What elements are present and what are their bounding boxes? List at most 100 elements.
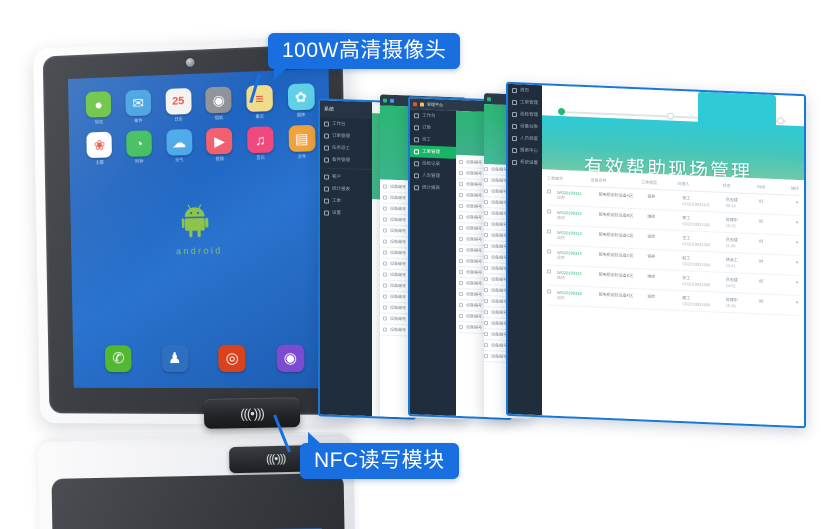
device-name: 配电柜巡检设备B区 — [598, 211, 634, 219]
sidebar-item-统计报表[interactable]: 统计报表 — [410, 181, 456, 195]
row-checkbox[interactable] — [484, 244, 488, 249]
row-checkbox[interactable] — [459, 225, 463, 231]
row-checkbox[interactable] — [484, 222, 488, 227]
app-files-icon[interactable]: ▤ 文件 — [284, 124, 320, 161]
row-a: 设备编号 — [390, 238, 406, 245]
row-checkbox[interactable] — [484, 266, 488, 271]
row-checkbox[interactable] — [484, 167, 488, 172]
dock-browser-icon[interactable]: ◎ — [218, 344, 246, 373]
dock-phone-icon[interactable]: ✆ — [105, 345, 132, 373]
step-完成[interactable] — [776, 117, 784, 125]
row-checkbox[interactable] — [459, 280, 463, 286]
row-actions[interactable]: ✎ — [784, 199, 799, 205]
sidebar-item-设置[interactable]: 设置 — [320, 206, 372, 220]
row-checkbox[interactable] — [484, 299, 488, 304]
row-checkbox[interactable] — [459, 159, 463, 165]
sidebar-item-label: 首页 — [520, 87, 529, 93]
row-checkbox[interactable] — [459, 313, 463, 319]
menu-icon — [324, 156, 329, 163]
row-checkbox[interactable] — [459, 170, 463, 176]
app-video-icon[interactable]: ▶ 视频 — [202, 127, 237, 162]
dock-settings-icon[interactable]: ◉ — [276, 344, 305, 372]
row-a: 设备编号 — [491, 177, 507, 183]
row-checkbox[interactable] — [484, 343, 488, 348]
row-checkbox[interactable] — [383, 184, 387, 189]
sidebar-item-label: 报表中心 — [520, 147, 538, 154]
row-checkbox[interactable] — [484, 277, 488, 282]
row-checkbox[interactable] — [459, 269, 463, 275]
app-message-icon[interactable]: ● 短信 — [82, 91, 116, 126]
row-actions[interactable]: ✎ — [784, 279, 799, 285]
dock-contacts-icon[interactable]: ♟ — [161, 345, 189, 373]
row-checkbox[interactable] — [383, 217, 387, 222]
row-checkbox[interactable] — [547, 229, 551, 234]
row-checkbox[interactable] — [383, 206, 387, 211]
app-mail-icon[interactable]: ✉ 邮件 — [121, 89, 156, 124]
step-派工[interactable] — [667, 112, 675, 120]
app-clock-icon[interactable]: ◔ 时钟 — [122, 130, 157, 165]
sidebar-item-label: 巡检管理 — [520, 111, 538, 118]
work-order-sub: 维修 — [557, 274, 565, 281]
row-checkbox[interactable] — [459, 203, 463, 209]
row-checkbox[interactable] — [547, 209, 551, 214]
app-calendar-icon[interactable]: 25 日历 — [161, 87, 196, 123]
row-actions[interactable]: ✎ — [784, 219, 799, 225]
row-checkbox[interactable] — [383, 327, 387, 332]
row-checkbox[interactable] — [484, 200, 488, 205]
status-badge: 待派工 13:41 — [725, 256, 738, 269]
row-checkbox[interactable] — [484, 321, 488, 326]
row-checkbox[interactable] — [459, 247, 463, 253]
sidebar-item-系统设置[interactable]: 系统设置 — [508, 156, 542, 169]
row-checkbox[interactable] — [459, 236, 463, 242]
row-checkbox[interactable] — [484, 211, 488, 216]
row-checkbox[interactable] — [547, 189, 551, 194]
row-actions[interactable]: ✎ — [784, 239, 799, 245]
row-checkbox[interactable] — [484, 189, 488, 194]
row-checkbox[interactable] — [383, 283, 387, 288]
row-checkbox[interactable] — [383, 294, 387, 299]
camera-icon: ◉ — [205, 86, 232, 114]
row-checkbox[interactable] — [459, 192, 463, 198]
row-checkbox[interactable] — [383, 316, 387, 321]
row-checkbox[interactable] — [383, 250, 387, 255]
row-checkbox[interactable] — [484, 310, 488, 315]
row-actions[interactable]: ✎ — [784, 259, 799, 265]
row-checkbox[interactable] — [459, 324, 463, 330]
sidebar-item-label: 备件管理 — [332, 156, 350, 163]
app-gallery-icon[interactable]: ✿ 图库 — [283, 83, 319, 119]
row-checkbox[interactable] — [383, 272, 387, 277]
row-checkbox[interactable] — [459, 181, 463, 187]
row-checkbox[interactable] — [547, 269, 551, 274]
row-number: 06 — [758, 298, 764, 304]
row-checkbox[interactable] — [383, 305, 387, 310]
row-checkbox[interactable] — [484, 354, 488, 359]
row-checkbox[interactable] — [484, 288, 488, 293]
app-music-icon[interactable]: ♫ 音乐 — [243, 126, 279, 161]
row-checkbox[interactable] — [383, 239, 387, 244]
row-checkbox[interactable] — [547, 289, 551, 294]
menu-icon — [414, 184, 419, 190]
row-checkbox[interactable] — [383, 261, 387, 266]
app-themes-icon[interactable]: ❀ 主题 — [82, 131, 116, 166]
row-checkbox[interactable] — [383, 195, 387, 200]
row-checkbox[interactable] — [459, 258, 463, 264]
row-checkbox[interactable] — [547, 249, 551, 254]
row-checkbox[interactable] — [459, 302, 463, 308]
row-actions[interactable]: ✎ — [784, 299, 799, 305]
sidebar-item-备件管理[interactable]: 备件管理 — [320, 153, 372, 167]
app-camera-icon[interactable]: ◉ 相机 — [201, 86, 236, 121]
row-checkbox[interactable] — [383, 228, 387, 233]
step-受理[interactable] — [558, 107, 565, 116]
row-checkbox[interactable] — [459, 214, 463, 220]
row-checkbox[interactable] — [484, 332, 488, 337]
app-weather-icon[interactable]: ☁ 天气 — [162, 128, 197, 164]
menu-icon — [512, 135, 517, 141]
row-checkbox[interactable] — [484, 233, 488, 238]
device-name: 配电柜巡检设备A区 — [598, 191, 634, 199]
row-checkbox[interactable] — [484, 178, 488, 183]
row-checkbox[interactable] — [484, 255, 488, 260]
nfc-read-write-module: (((•))) — [203, 397, 301, 429]
sidebar-item-label: 人员调度 — [520, 135, 538, 142]
app-notes-icon[interactable]: ≡ 备忘 — [242, 84, 278, 121]
row-checkbox[interactable] — [459, 291, 463, 297]
